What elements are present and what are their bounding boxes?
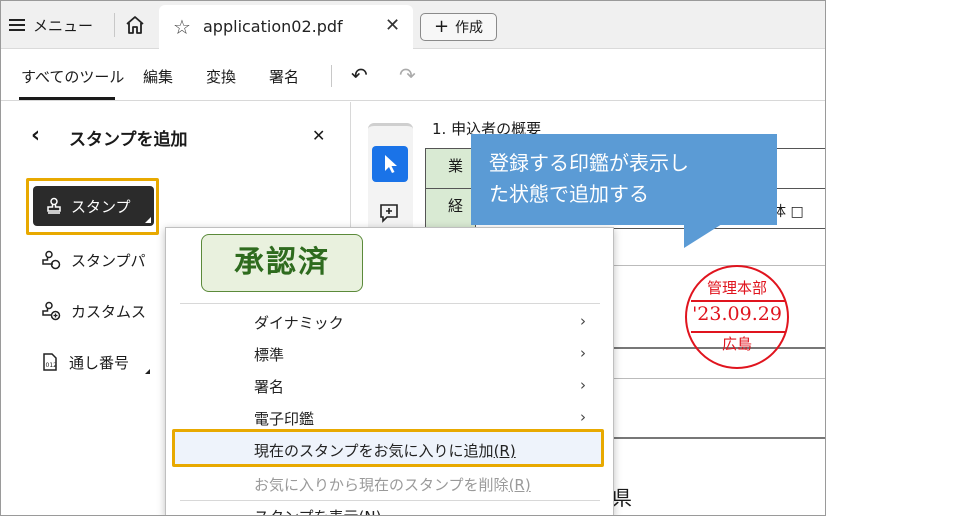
table-cell: 業	[426, 149, 476, 189]
document-tab[interactable]: ☆ application02.pdf ✕	[159, 5, 413, 49]
redo-icon[interactable]: ↷	[399, 63, 416, 87]
tab-all-tools[interactable]: すべてのツール	[21, 66, 124, 87]
menu-divider	[180, 303, 600, 304]
seal-date: '23.09.29	[692, 303, 782, 325]
plus-icon: +	[433, 16, 450, 37]
tab-title: application02.pdf	[203, 17, 343, 36]
app-window: メニュー ☆ application02.pdf ✕ + 作成 すべてのツール …	[0, 0, 826, 516]
stamp-button-label: スタンプ	[71, 197, 131, 216]
stamp-palette-label: スタンプパ	[71, 251, 146, 270]
serial-number-label: 通し番号	[69, 353, 130, 372]
active-tab-indicator	[19, 97, 115, 100]
quick-tools	[368, 123, 413, 233]
chevron-right-icon: ›	[580, 312, 586, 330]
add-favorite-label: 現在のスタンプをお気に入りに追加	[254, 442, 494, 460]
dropdown-corner-icon	[145, 369, 150, 374]
stamp-preview[interactable]: 承認済	[201, 234, 363, 292]
home-icon	[126, 16, 144, 34]
menu-item-remove-favorite[interactable]: お気に入りから現在のスタンプを削除(R)	[254, 474, 531, 495]
chevron-right-icon: ›	[580, 376, 586, 394]
shortcut-key: (R)	[493, 442, 516, 460]
menu-item-digital-seal[interactable]: 電子印鑑	[254, 408, 314, 429]
table-cell: 経	[426, 189, 476, 229]
remove-favorite-label: お気に入りから現在のスタンプを削除	[254, 476, 509, 494]
chevron-right-icon: ›	[580, 344, 586, 362]
menu-item-signature[interactable]: 署名	[254, 376, 284, 397]
stamp-palette-icon	[42, 250, 61, 270]
home-button[interactable]	[122, 12, 148, 38]
add-comment-button[interactable]	[378, 202, 400, 228]
menu-item-show-stamp[interactable]: スタンプを表示(N)	[254, 506, 381, 515]
divider	[331, 65, 332, 87]
stamp-icon	[47, 197, 61, 214]
main-toolbar: すべてのツール 編集 変換 署名 ↶ ↷	[1, 49, 825, 101]
menu-item-dynamic[interactable]: ダイナミック	[254, 312, 344, 333]
star-icon[interactable]: ☆	[173, 16, 191, 38]
document-number-icon: 012	[43, 353, 58, 371]
comment-add-icon	[380, 204, 398, 223]
tab-sign[interactable]: 署名	[269, 66, 299, 87]
seal-name: 広島	[721, 335, 752, 353]
stamp-button[interactable]: スタンプ	[33, 186, 154, 226]
close-icon[interactable]: ✕	[312, 126, 325, 145]
custom-stamp-label: カスタムス	[71, 302, 147, 321]
back-icon[interactable]: ‹	[31, 123, 40, 148]
instruction-callout: 登録する印鑑が表示し た状態で追加する	[471, 134, 777, 225]
custom-stamp-item[interactable]: カスタムス	[41, 297, 146, 325]
divider	[114, 13, 115, 37]
callout-line: 登録する印鑑が表示し	[489, 151, 689, 175]
dropdown-corner-icon	[145, 217, 151, 223]
shortcut-key: (R)	[508, 476, 531, 494]
menu-button[interactable]: メニュー	[9, 11, 93, 39]
menu-divider	[180, 500, 600, 501]
callout-pointer	[684, 224, 722, 248]
menu-label: メニュー	[33, 16, 94, 35]
menu-item-add-favorite[interactable]: 現在のスタンプをお気に入りに追加(R)	[254, 440, 516, 461]
stamp-dropdown-menu: 承認済 ダイナミック › 標準 › 署名 › 電子印鑑 › 現在のスタンプをお気…	[165, 227, 614, 515]
tab-bar: メニュー ☆ application02.pdf ✕ + 作成	[1, 1, 825, 49]
tab-convert[interactable]: 変換	[206, 66, 236, 87]
create-button[interactable]: + 作成	[420, 13, 497, 41]
undo-icon[interactable]: ↶	[351, 63, 368, 87]
hamburger-icon	[9, 19, 25, 31]
serial-number-item[interactable]: 012 通し番号	[41, 348, 150, 376]
panel-title: スタンプを追加	[69, 130, 188, 150]
callout-line: た状態で追加する	[489, 182, 649, 206]
close-icon[interactable]: ✕	[385, 15, 400, 36]
seal-department: 管理本部	[706, 279, 767, 297]
select-tool-button[interactable]	[372, 146, 408, 182]
date-seal-stamp[interactable]: 管理本部 '23.09.29 広島	[685, 265, 789, 369]
create-label: 作成	[455, 20, 484, 36]
menu-item-standard[interactable]: 標準	[254, 344, 284, 365]
tab-edit[interactable]: 編集	[143, 66, 173, 87]
chevron-right-icon: ›	[580, 408, 586, 426]
cursor-icon	[385, 155, 397, 173]
svg-text:012: 012	[46, 362, 58, 369]
seal-rule	[691, 300, 785, 302]
custom-stamp-icon	[42, 301, 61, 321]
stamp-palette-item[interactable]: スタンプパ	[41, 246, 146, 274]
